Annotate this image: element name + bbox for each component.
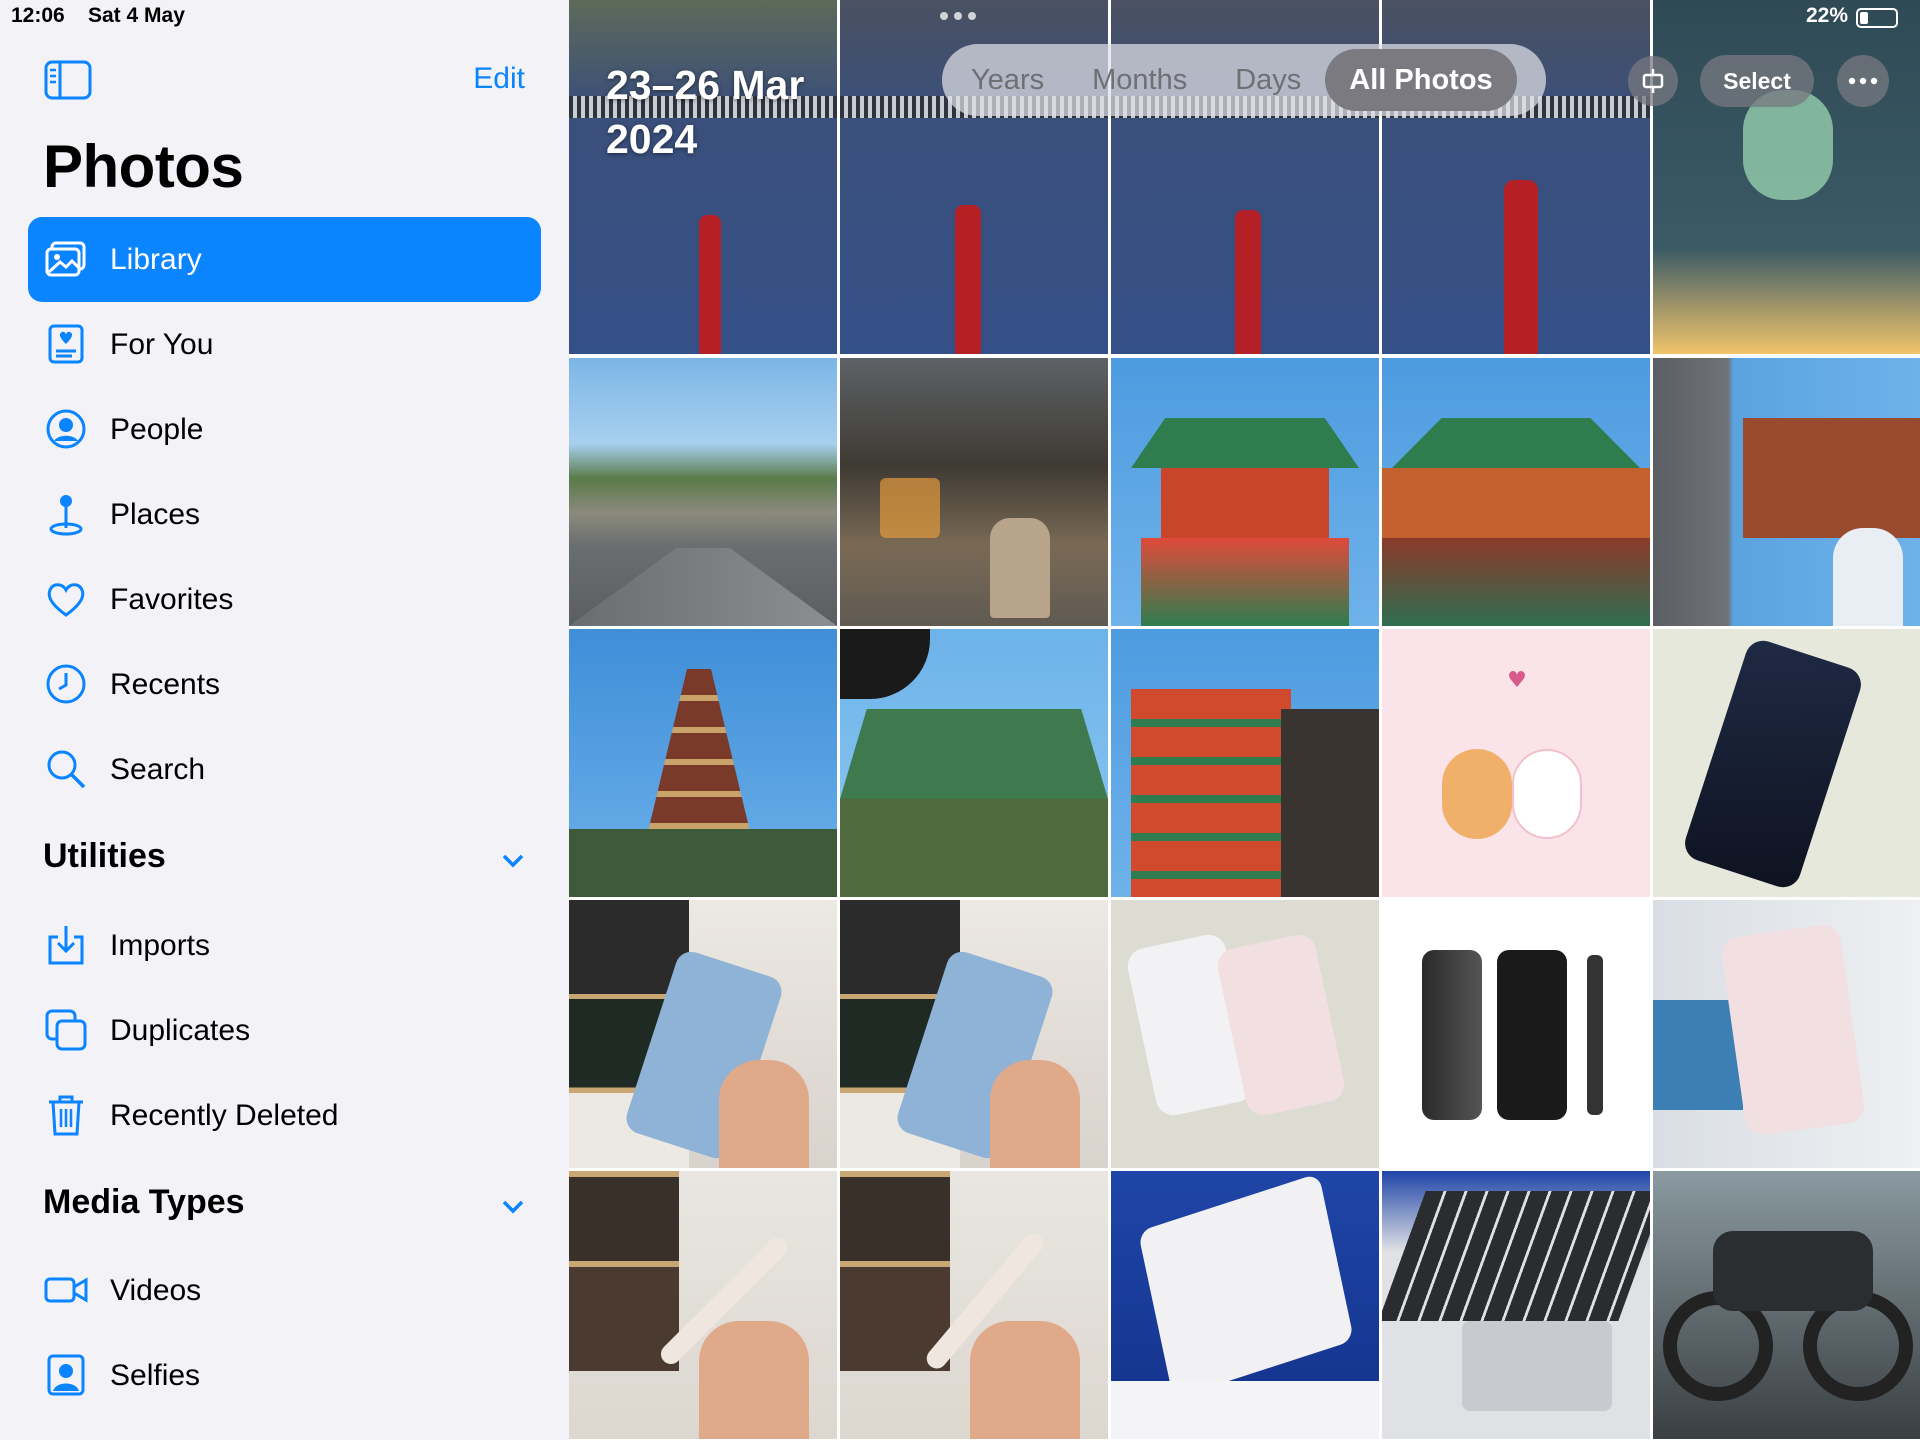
- photo-thumbnail[interactable]: [569, 0, 837, 354]
- more-button[interactable]: [1837, 55, 1889, 107]
- selfie-icon: [47, 1354, 85, 1396]
- sidebar-item-duplicates[interactable]: Duplicates: [28, 988, 541, 1073]
- search-icon: [47, 750, 86, 789]
- select-button[interactable]: Select: [1700, 55, 1814, 107]
- sidebar-item-people[interactable]: People: [28, 387, 541, 472]
- segment-days[interactable]: Days: [1211, 49, 1325, 111]
- sidebar-item-recently-deleted[interactable]: Recently Deleted: [28, 1073, 541, 1158]
- section-header-media-types: Media Types: [43, 1183, 245, 1221]
- photo-thumbnail[interactable]: [1653, 629, 1920, 897]
- edit-button[interactable]: Edit: [473, 62, 525, 96]
- sidebar-item-label: For You: [110, 327, 214, 361]
- photo-thumbnail[interactable]: [1382, 900, 1650, 1168]
- battery-icon: [1856, 8, 1898, 28]
- photo-thumbnail[interactable]: [840, 1171, 1108, 1439]
- sidebar: 12:06 Sat 4 May Edit Photos Library For …: [0, 0, 569, 1440]
- sidebar-item-for-you[interactable]: For You: [28, 302, 541, 387]
- photo-thumbnail[interactable]: [1111, 900, 1379, 1168]
- photo-thumbnail[interactable]: [1653, 900, 1920, 1168]
- photo-thumbnail[interactable]: [569, 629, 837, 897]
- chevron-down-icon[interactable]: [498, 1191, 528, 1221]
- photo-grid: ♥ Years Months Days All Photos Select 22…: [569, 0, 1920, 1440]
- sidebar-toggle-icon[interactable]: [44, 60, 92, 100]
- chevron-down-icon[interactable]: [498, 845, 528, 875]
- photo-thumbnail[interactable]: [840, 358, 1108, 626]
- photo-thumbnail[interactable]: [1382, 358, 1650, 626]
- photo-thumbnail[interactable]: [569, 358, 837, 626]
- slideshow-icon: [1642, 69, 1664, 93]
- segment-years[interactable]: Years: [947, 49, 1068, 111]
- sidebar-item-label: People: [110, 412, 204, 446]
- photo-thumbnail[interactable]: [1653, 358, 1920, 626]
- for-you-icon: [48, 324, 84, 364]
- library-icon: [45, 241, 86, 277]
- sidebar-item-label: Favorites: [110, 582, 234, 616]
- photo-thumbnail[interactable]: [1111, 629, 1379, 897]
- sidebar-item-label: Recently Deleted: [110, 1098, 339, 1132]
- status-date: Sat 4 May: [88, 4, 185, 27]
- heart-icon: [47, 583, 85, 617]
- view-segmented-control[interactable]: Years Months Days All Photos: [942, 44, 1546, 116]
- sidebar-item-recents[interactable]: Recents: [28, 642, 541, 727]
- photo-artwork: ♥: [1507, 668, 1527, 693]
- sidebar-item-label: Videos: [110, 1273, 202, 1307]
- photo-thumbnail[interactable]: [1382, 1171, 1650, 1439]
- sidebar-item-label: Recents: [110, 667, 221, 701]
- sidebar-item-imports[interactable]: Imports: [28, 903, 541, 988]
- segment-months[interactable]: Months: [1068, 49, 1211, 111]
- photo-thumbnail[interactable]: [569, 900, 837, 1168]
- date-range-line1: 23–26 Mar: [606, 62, 805, 108]
- duplicates-icon: [45, 1009, 87, 1051]
- sidebar-item-label: Search: [110, 752, 206, 786]
- photo-thumbnail[interactable]: [1653, 1171, 1920, 1439]
- sidebar-item-label: Imports: [110, 928, 211, 962]
- photo-thumbnail[interactable]: [840, 629, 1108, 897]
- slideshow-button[interactable]: [1628, 56, 1678, 106]
- sidebar-item-favorites[interactable]: Favorites: [28, 557, 541, 642]
- date-range-line2: 2024: [606, 116, 698, 162]
- clock-icon: [46, 664, 86, 704]
- photo-thumbnail[interactable]: [1111, 358, 1379, 626]
- photo-thumbnail[interactable]: ♥: [1382, 629, 1650, 897]
- photo-thumbnail[interactable]: [840, 900, 1108, 1168]
- date-range-title: 23–26 Mar 2024: [606, 58, 804, 166]
- status-time: 12:06: [11, 4, 65, 27]
- map-pin-icon: [49, 495, 83, 536]
- section-header-utilities: Utilities: [43, 837, 166, 875]
- sidebar-item-label: Duplicates: [110, 1013, 251, 1047]
- photo-thumbnail[interactable]: [1111, 1171, 1379, 1439]
- segment-all-photos[interactable]: All Photos: [1325, 49, 1517, 111]
- sidebar-item-places[interactable]: Places: [28, 472, 541, 557]
- photo-thumbnail[interactable]: [569, 1171, 837, 1439]
- sidebar-item-label: Places: [110, 497, 201, 531]
- photo-thumbnail[interactable]: [1653, 0, 1920, 354]
- drag-handle[interactable]: [940, 12, 984, 22]
- sidebar-item-videos[interactable]: Videos: [28, 1248, 541, 1333]
- sidebar-item-selfies[interactable]: Selfies: [28, 1333, 541, 1418]
- trash-icon: [49, 1095, 83, 1136]
- ellipsis-icon: [1848, 77, 1878, 85]
- person-icon: [46, 409, 86, 449]
- sidebar-item-label: Selfies: [110, 1358, 201, 1392]
- import-icon: [48, 926, 84, 965]
- sidebar-item-search[interactable]: Search: [28, 727, 541, 812]
- battery-percentage: 22%: [1805, 4, 1848, 27]
- video-icon: [44, 1277, 88, 1303]
- page-title: Photos: [43, 133, 244, 200]
- sidebar-item-library[interactable]: Library: [28, 217, 541, 302]
- sidebar-item-label: Library: [110, 242, 202, 276]
